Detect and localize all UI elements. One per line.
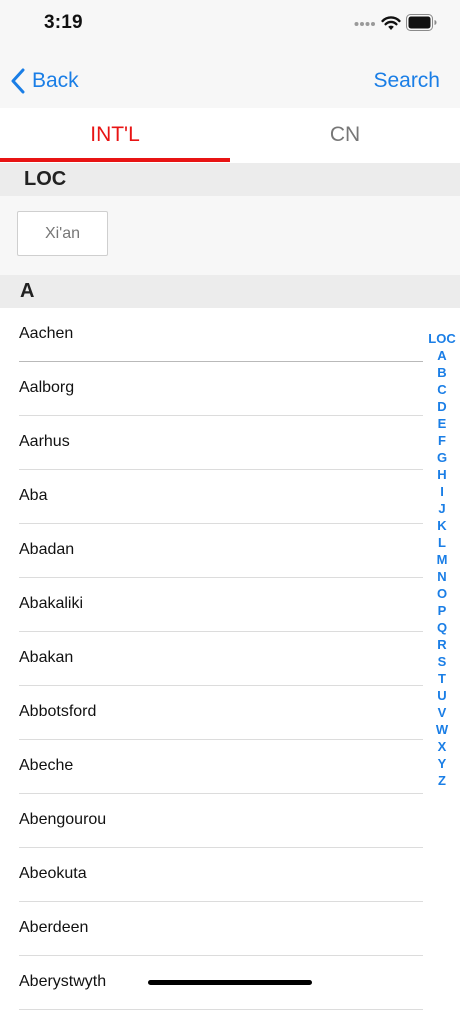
alphabet-index-bar[interactable]: LOC A B C D E F G H I J K L M N O P Q R … [424, 330, 460, 789]
region-tabs: INT'L CN [0, 108, 460, 162]
city-name: Abeche [19, 757, 74, 774]
index-letter[interactable]: F [438, 432, 446, 449]
section-header-location: LOC [0, 163, 460, 196]
selected-tab-indicator [0, 158, 230, 162]
list-item[interactable]: Abeche [0, 740, 460, 794]
index-letter[interactable]: X [438, 738, 447, 755]
city-name: Abakaliki [19, 595, 84, 612]
list-item[interactable]: Abbotsford [0, 686, 460, 740]
index-letter[interactable]: I [440, 483, 444, 500]
home-indicator[interactable] [148, 980, 312, 985]
back-label: Back [32, 69, 79, 92]
index-letter[interactable]: LOC [428, 330, 455, 347]
wifi-icon [381, 16, 401, 30]
city-name: Abadan [19, 541, 75, 558]
index-letter[interactable]: R [437, 636, 446, 653]
index-letter[interactable]: H [437, 466, 446, 483]
back-button[interactable]: Back [10, 66, 79, 96]
city-name: Abbotsford [19, 703, 97, 720]
section-header-a: A [0, 275, 460, 308]
city-name: Abeokuta [19, 865, 87, 882]
list-item[interactable]: Abadan [0, 524, 460, 578]
index-letter[interactable]: J [438, 500, 445, 517]
index-letter[interactable]: U [437, 687, 446, 704]
list-item[interactable]: Abakan [0, 632, 460, 686]
index-letter[interactable]: P [438, 602, 447, 619]
list-item[interactable]: Abakaliki [0, 578, 460, 632]
city-list: Aachen Aalborg Aarhus Aba Abadan Abakali… [0, 308, 460, 1010]
index-letter[interactable]: Q [437, 619, 447, 636]
cellular-signal-icon [354, 22, 375, 26]
index-letter[interactable]: K [437, 517, 446, 534]
status-bar: 3:19 [0, 0, 460, 50]
list-item[interactable]: Aberdeen [0, 902, 460, 956]
index-letter[interactable]: Z [438, 772, 446, 789]
city-name: Aarhus [19, 433, 70, 450]
tab-international[interactable]: INT'L [0, 108, 230, 162]
city-name: Aberystwyth [19, 973, 107, 990]
city-name: Abengourou [19, 811, 107, 828]
index-letter[interactable]: W [436, 721, 448, 738]
index-letter[interactable]: V [438, 704, 447, 721]
city-name: Abakan [19, 649, 74, 666]
index-letter[interactable]: S [438, 653, 447, 670]
list-item[interactable]: Aachen [0, 308, 460, 362]
current-location-city-button[interactable]: Xi'an [17, 211, 108, 256]
index-letter[interactable]: D [437, 398, 446, 415]
chevron-left-icon [11, 68, 25, 94]
status-time: 3:19 [44, 12, 83, 33]
list-item[interactable]: Aarhus [0, 416, 460, 470]
index-letter[interactable]: E [438, 415, 447, 432]
index-letter[interactable]: L [438, 534, 446, 551]
search-button[interactable]: Search [373, 69, 440, 93]
index-letter[interactable]: C [437, 381, 446, 398]
index-letter[interactable]: M [437, 551, 448, 568]
index-letter[interactable]: G [437, 449, 447, 466]
list-item[interactable]: Abeokuta [0, 848, 460, 902]
tab-china[interactable]: CN [230, 108, 460, 162]
battery-icon [406, 14, 437, 31]
city-name: Aba [19, 487, 48, 504]
list-item[interactable]: Abengourou [0, 794, 460, 848]
index-letter[interactable]: Y [438, 755, 447, 772]
index-letter[interactable]: N [437, 568, 446, 585]
index-letter[interactable]: T [438, 670, 446, 687]
list-item[interactable]: Aalborg [0, 362, 460, 416]
city-name: Aberdeen [19, 919, 89, 936]
index-letter[interactable]: A [437, 347, 446, 364]
navigation-bar: Back Search [0, 50, 460, 108]
city-name: Aalborg [19, 379, 75, 396]
list-item[interactable]: Aba [0, 470, 460, 524]
index-letter[interactable]: B [437, 364, 446, 381]
location-section: Xi'an [0, 196, 460, 275]
city-name: Aachen [19, 325, 74, 342]
index-letter[interactable]: O [437, 585, 447, 602]
